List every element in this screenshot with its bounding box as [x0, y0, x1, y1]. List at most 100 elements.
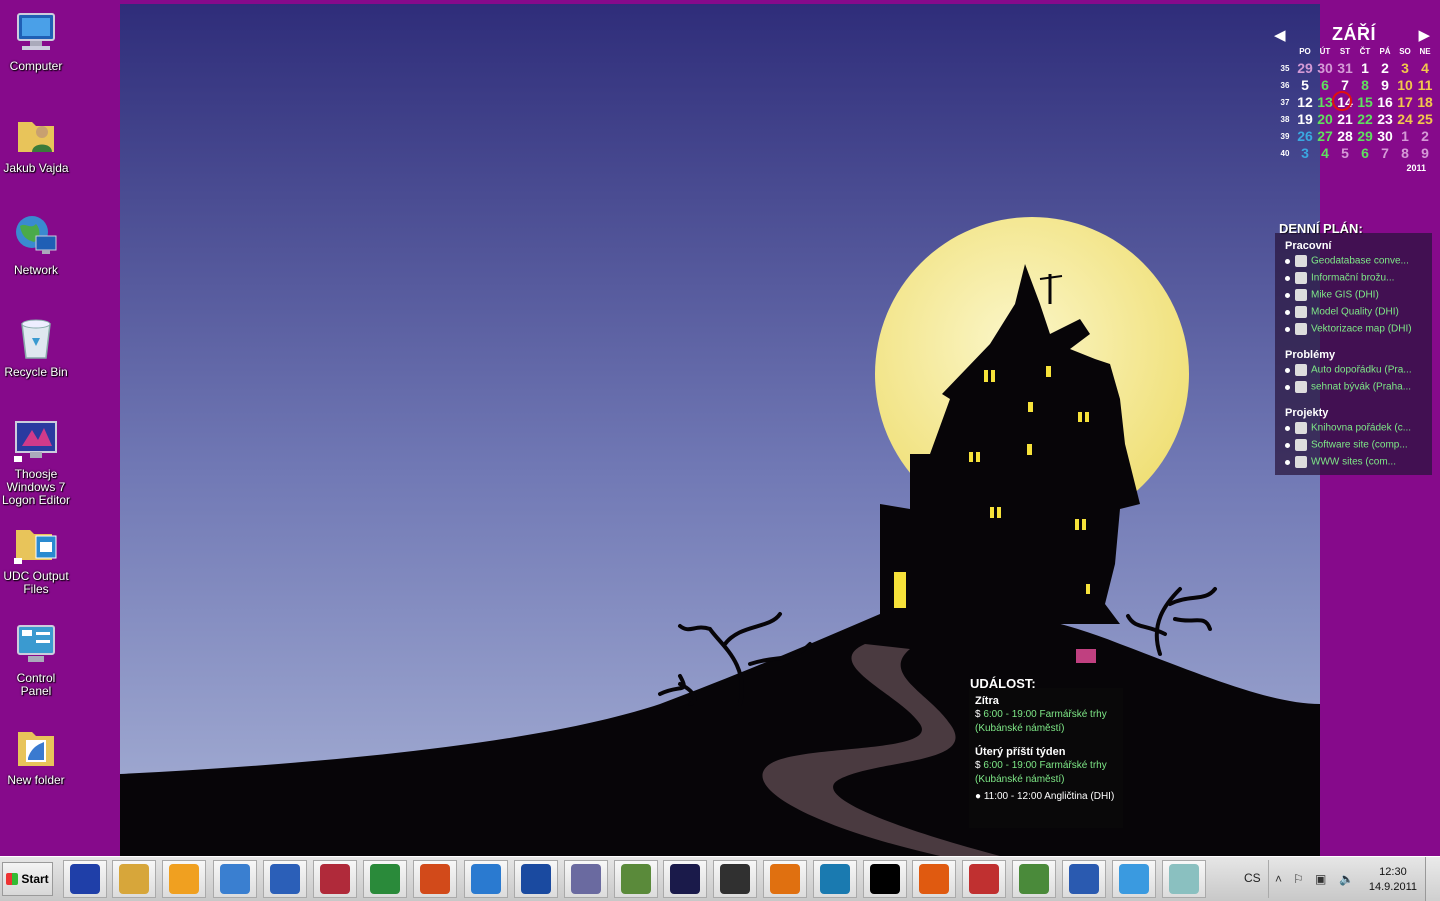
calendar-day[interactable]: 1	[1355, 60, 1375, 76]
calendar-day[interactable]: 20	[1315, 111, 1335, 127]
calendar-day[interactable]: 2	[1375, 60, 1395, 76]
calendar-day[interactable]: 6	[1315, 77, 1335, 93]
calendar-day[interactable]: 23	[1375, 111, 1395, 127]
windows-icon	[621, 864, 651, 894]
taskbar-button-google-earth[interactable]	[514, 860, 558, 898]
taskbar-button-excel[interactable]	[363, 860, 407, 898]
taskbar-button-remote-desktop[interactable]	[213, 860, 257, 898]
plan-item[interactable]: Software site (comp...	[1285, 439, 1431, 453]
bullet-icon	[1285, 459, 1290, 465]
bullet-icon	[1285, 275, 1290, 281]
next-month-arrow-icon[interactable]: ▶	[1418, 26, 1430, 44]
desktop-icon-user-folder[interactable]: Jakub Vajda	[0, 104, 72, 175]
calendar-day[interactable]: 12	[1295, 94, 1315, 110]
desktop-icon-new-folder[interactable]: New folder	[0, 716, 72, 787]
volume-icon[interactable]: 🔈	[1339, 872, 1354, 886]
calendar-day[interactable]: 22	[1355, 111, 1375, 127]
desktop-icon-udc-output[interactable]: UDC Output Files	[0, 512, 72, 596]
desktop-icon-network[interactable]: Network	[0, 206, 72, 277]
calendar-day[interactable]: 15	[1355, 94, 1375, 110]
network-tray-icon[interactable]: ▣	[1315, 872, 1326, 886]
desktop-icon-control-panel[interactable]: Control Panel	[0, 614, 72, 698]
taskbar-button-firefox[interactable]	[912, 860, 956, 898]
start-button[interactable]: Start	[2, 862, 53, 896]
event-item[interactable]: $ 6:00 - 19:00 Farmářské trhy (Kubánské …	[975, 708, 1119, 736]
event-item[interactable]: ● 11:00 - 12:00 Angličtina (DHI)	[975, 790, 1119, 804]
calendar-day[interactable]: 30	[1375, 128, 1395, 144]
plan-item[interactable]: Informační brožu...	[1285, 272, 1431, 286]
calendar-day[interactable]: 9	[1375, 77, 1395, 93]
calendar-day[interactable]: 9	[1415, 145, 1435, 161]
action-center-flag-icon[interactable]: ⚐	[1293, 872, 1304, 886]
user-folder-icon	[12, 110, 60, 158]
plan-item-label: Software site (comp...	[1311, 439, 1408, 451]
taskbar-button-save-app[interactable]	[63, 860, 107, 898]
calendar-day[interactable]: 4	[1315, 145, 1335, 161]
calendar-day[interactable]: 19	[1295, 111, 1315, 127]
event-item[interactable]: $ 6:00 - 19:00 Farmářské trhy (Kubánské …	[975, 759, 1119, 787]
taskbar-button-access[interactable]	[313, 860, 357, 898]
taskbar-button-word[interactable]	[263, 860, 307, 898]
calendar-day[interactable]: 8	[1395, 145, 1415, 161]
calendar-day[interactable]: 28	[1335, 128, 1355, 144]
taskbar-button-n-app[interactable]	[763, 860, 807, 898]
plan-item[interactable]: sehnat bývák (Praha...	[1285, 381, 1431, 395]
calendar-day[interactable]: 16	[1375, 94, 1395, 110]
taskbar-button-network-tool[interactable]	[564, 860, 608, 898]
plan-item[interactable]: WWW sites (com...	[1285, 456, 1431, 470]
calendar-day[interactable]: 7	[1375, 145, 1395, 161]
calendar-day[interactable]: 27	[1315, 128, 1335, 144]
excel-icon	[370, 864, 400, 894]
calendar-day[interactable]: 5	[1335, 145, 1355, 161]
taskbar-button-filezilla-app[interactable]	[962, 860, 1006, 898]
calendar-day[interactable]: 2	[1415, 128, 1435, 144]
calendar-day[interactable]: 3	[1295, 145, 1315, 161]
show-desktop-button[interactable]	[1425, 857, 1440, 901]
calendar-day[interactable]: 10	[1395, 77, 1415, 93]
taskbar-button-powerpoint[interactable]	[413, 860, 457, 898]
desktop-icon-recycle-bin[interactable]: Recycle Bin	[0, 308, 72, 379]
calendar-day[interactable]: 29	[1355, 128, 1375, 144]
taskbar-button-gis-app[interactable]	[1012, 860, 1056, 898]
plan-item[interactable]: Geodatabase conve...	[1285, 255, 1431, 269]
calendar-day[interactable]: 11	[1415, 77, 1435, 93]
calendar-day[interactable]: 30	[1315, 60, 1335, 76]
language-indicator[interactable]: CS	[1244, 871, 1261, 885]
calendar-day[interactable]: 4	[1415, 60, 1435, 76]
calendar-day[interactable]: 29	[1295, 60, 1315, 76]
plan-item[interactable]: Knihovna pořádek (c...	[1285, 422, 1431, 436]
taskbar-button-search-app[interactable]	[813, 860, 857, 898]
calendar-day[interactable]: 5	[1295, 77, 1315, 93]
plan-item[interactable]: Model Quality (DHI)	[1285, 306, 1431, 320]
plan-item[interactable]: Mike GIS (DHI)	[1285, 289, 1431, 303]
calendar-day[interactable]: 21	[1335, 111, 1355, 127]
calendar-day[interactable]: 8	[1355, 77, 1375, 93]
desktop-icon-logon-editor[interactable]: Thoosje Windows 7 Logon Editor	[0, 410, 72, 507]
clock[interactable]: 12:30 14.9.2011	[1369, 865, 1417, 895]
calendar-day[interactable]: 6	[1355, 145, 1375, 161]
taskbar-button-windows-app[interactable]	[614, 860, 658, 898]
taskbar-button-safari-app[interactable]	[1112, 860, 1156, 898]
calendar-day[interactable]: 25	[1415, 111, 1435, 127]
taskbar-button-internet-explorer[interactable]	[464, 860, 508, 898]
taskbar-button-outlook[interactable]	[162, 860, 206, 898]
taskbar-button-notes-app[interactable]	[1162, 860, 1206, 898]
taskbar-button-r-app[interactable]	[1062, 860, 1106, 898]
calendar-day[interactable]: 1	[1395, 128, 1415, 144]
calendar-day[interactable]: 24	[1395, 111, 1415, 127]
calendar-day[interactable]: 26	[1295, 128, 1315, 144]
desktop-icon-computer[interactable]: Computer	[0, 2, 72, 73]
taskbar-button-alien-app[interactable]	[713, 860, 757, 898]
calendar-day[interactable]: 3	[1395, 60, 1415, 76]
calendar-day[interactable]: 31	[1335, 60, 1355, 76]
show-hidden-icons-icon[interactable]: ˄	[1275, 872, 1282, 886]
bullet-icon	[1285, 292, 1290, 298]
taskbar-button-command-prompt[interactable]	[863, 860, 907, 898]
taskbar-button-explorer[interactable]	[112, 860, 156, 898]
plan-item[interactable]: Vektorizace map (DHI)	[1285, 323, 1431, 337]
taskbar-button-stellarium[interactable]	[663, 860, 707, 898]
plan-item[interactable]: Auto dopořádku (Pra...	[1285, 364, 1431, 378]
calendar-day[interactable]: 17	[1395, 94, 1415, 110]
calendar-day[interactable]: 18	[1415, 94, 1435, 110]
bullet-icon	[1285, 309, 1290, 315]
